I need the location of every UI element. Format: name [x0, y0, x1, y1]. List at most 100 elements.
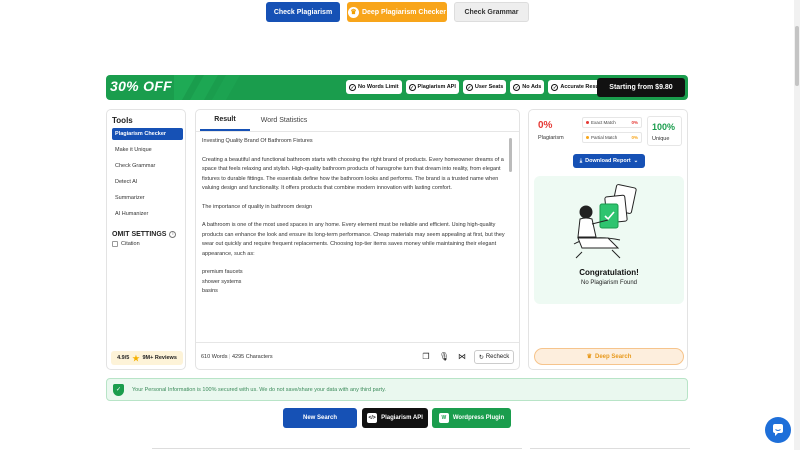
partial-match-label: Partial Match [591, 135, 618, 140]
exact-match-dot [586, 121, 589, 124]
shield-check-icon: ✓ [113, 383, 124, 396]
tool-item-detect-ai[interactable]: Detect AI [112, 176, 183, 188]
omit-settings-heading: OMIT SETTINGS i [112, 231, 177, 238]
citation-checkbox[interactable] [112, 241, 118, 247]
footer-divider [196, 342, 519, 343]
chat-icon [773, 424, 783, 436]
feature-label: No Words Limit [358, 84, 399, 90]
congratulation-title: Congratulation! [579, 268, 639, 277]
feature-label: Plagiarism API [417, 84, 456, 90]
new-search-button[interactable]: New Search [283, 408, 357, 428]
check-plagiarism-label: Check Plagiarism [273, 8, 333, 16]
text-paragraph: Creating a beautiful and functional bath… [202, 156, 504, 192]
feature-chip: ✓ Plagiarism API [405, 80, 459, 94]
check-circle-icon: ✓ [349, 83, 356, 91]
text-list-item: basins [202, 288, 218, 294]
character-count: 4295 Characters [232, 354, 273, 360]
discount-label: 30% OFF [110, 78, 173, 94]
check-circle-icon: ✓ [513, 83, 521, 91]
feature-chips: ✓ No Words Limit ✓ Plagiarism API ✓ User Se… [346, 80, 606, 94]
code-icon: </> [367, 413, 378, 423]
bottom-divider [152, 448, 522, 449]
page-scrollbar[interactable] [794, 0, 800, 450]
microphone-icon[interactable]: 🎙 [439, 352, 449, 362]
person-reading-illustration [573, 184, 637, 259]
star-icon: ★ [132, 353, 140, 363]
tool-item-check-grammar[interactable]: Check Grammar [112, 160, 183, 172]
share-icon[interactable]: ⋈ [457, 352, 467, 362]
unique-percent: 100% [652, 122, 676, 132]
check-grammar-button[interactable]: Check Grammar [454, 2, 529, 22]
wordpress-plugin-button[interactable]: W Wordpress Plugin [432, 408, 511, 428]
report-panel: 0% Plagiarism Exact Match 0% Partial Mat… [528, 109, 688, 370]
wordpress-plugin-label: Wordpress Plugin [452, 415, 505, 421]
feature-chip: ✓ No Words Limit [346, 80, 402, 94]
text-paragraph: A bathroom is one of the most used space… [202, 222, 505, 257]
download-report-label: Download Report [585, 158, 631, 164]
partial-match-dot [586, 136, 589, 139]
feature-label: No Ads [522, 84, 542, 90]
tool-item-ai-humanizer[interactable]: AI Humanizer [112, 208, 183, 220]
check-grammar-label: Check Grammar [464, 8, 519, 16]
citation-option[interactable]: Citation [112, 241, 140, 247]
chat-widget-button[interactable] [765, 417, 791, 443]
download-icon: ⤓ [579, 157, 583, 164]
exact-match-row: Exact Match 0% [582, 117, 642, 128]
recheck-label: Recheck [485, 354, 510, 360]
text-scrollbar[interactable] [509, 138, 512, 172]
check-plagiarism-button[interactable]: Check Plagiarism [266, 2, 340, 22]
pricing-cta-button[interactable]: Starting from $9.80 [597, 78, 685, 97]
omit-settings-label: OMIT SETTINGS [112, 231, 167, 238]
tool-item-make-unique[interactable]: Make it Unique [112, 144, 183, 156]
plagiarism-label: Plagiarism [538, 135, 564, 141]
plagiarism-api-label: Plagiarism API [381, 415, 423, 421]
download-report-button[interactable]: ⤓ Download Report ⌄ [573, 154, 645, 168]
page-scrollbar-thumb[interactable] [795, 26, 799, 86]
copy-icon[interactable]: ❐ [421, 352, 431, 362]
text-paragraph: The importance of quality in bathroom de… [202, 203, 313, 210]
info-icon[interactable]: i [169, 231, 177, 238]
tab-result[interactable]: Result [200, 110, 250, 131]
plagiarism-api-button[interactable]: </> Plagiarism API [362, 408, 428, 428]
exact-match-label: Exact Match [591, 120, 616, 125]
text-list-item: premium faucets [202, 269, 243, 275]
result-panel: Result Word Statistics Investing Quality… [195, 109, 520, 370]
congratulation-card: Congratulation! No Plagiarism Found [534, 176, 684, 304]
refresh-icon: ↻ [478, 354, 484, 361]
plagiarism-percent: 0% [538, 120, 553, 131]
deep-checker-label: Deep Plagiarism Checker [361, 8, 447, 16]
text-paragraph: Investing Quality Brand Of Bathroom Fixt… [202, 138, 313, 144]
pricing-cta-label: Starting from $9.80 [609, 84, 673, 91]
check-circle-icon: ✓ [408, 83, 416, 91]
chevron-down-icon: ⌄ [633, 158, 639, 164]
recheck-button[interactable]: ↻ Recheck [474, 350, 514, 364]
text-counts: 610 Words | 4295 Characters [201, 354, 273, 360]
tools-title: Tools [112, 116, 133, 125]
result-text-area[interactable]: Investing Quality Brand Of Bathroom Fixt… [202, 137, 510, 333]
bottom-divider [530, 448, 690, 449]
new-search-label: New Search [302, 415, 338, 421]
tools-sidebar: Tools Plagiarism Checker Make it Unique … [106, 109, 186, 370]
tab-word-statistics[interactable]: Word Statistics [254, 110, 314, 131]
deep-search-button[interactable]: ♛ Deep Search [534, 348, 684, 365]
exact-match-value: 0% [631, 120, 638, 125]
promo-banner[interactable]: 30% OFF ✓ No Words Limit ✓ Plagiarism API … [106, 75, 688, 100]
banner-decoration [174, 75, 240, 100]
feature-label: Accurate Result [560, 84, 603, 90]
citation-label: Citation [121, 241, 140, 247]
rating-value: 4.9/5 [117, 355, 130, 361]
crown-icon: ♛ [586, 354, 593, 360]
feature-label: User Seats [474, 84, 504, 90]
privacy-message: Your Personal Information is 100% secure… [132, 386, 386, 393]
deep-plagiarism-checker-button[interactable]: ♛ Deep Plagiarism Checker [347, 2, 447, 22]
tool-item-summarizer[interactable]: Summarizer [112, 192, 183, 204]
rating-badge: 4.9/5 ★ 9M+ Reviews [111, 351, 183, 365]
tool-item-plagiarism-checker[interactable]: Plagiarism Checker [112, 128, 183, 140]
feature-chip: ✓ No Ads [510, 80, 545, 94]
partial-match-value: 0% [631, 135, 638, 140]
check-circle-icon: ✓ [551, 83, 559, 91]
unique-label: Unique [652, 136, 670, 142]
tab-divider [196, 131, 519, 132]
text-list-item: shower systems [202, 278, 242, 285]
partial-match-row: Partial Match 0% [582, 132, 642, 143]
